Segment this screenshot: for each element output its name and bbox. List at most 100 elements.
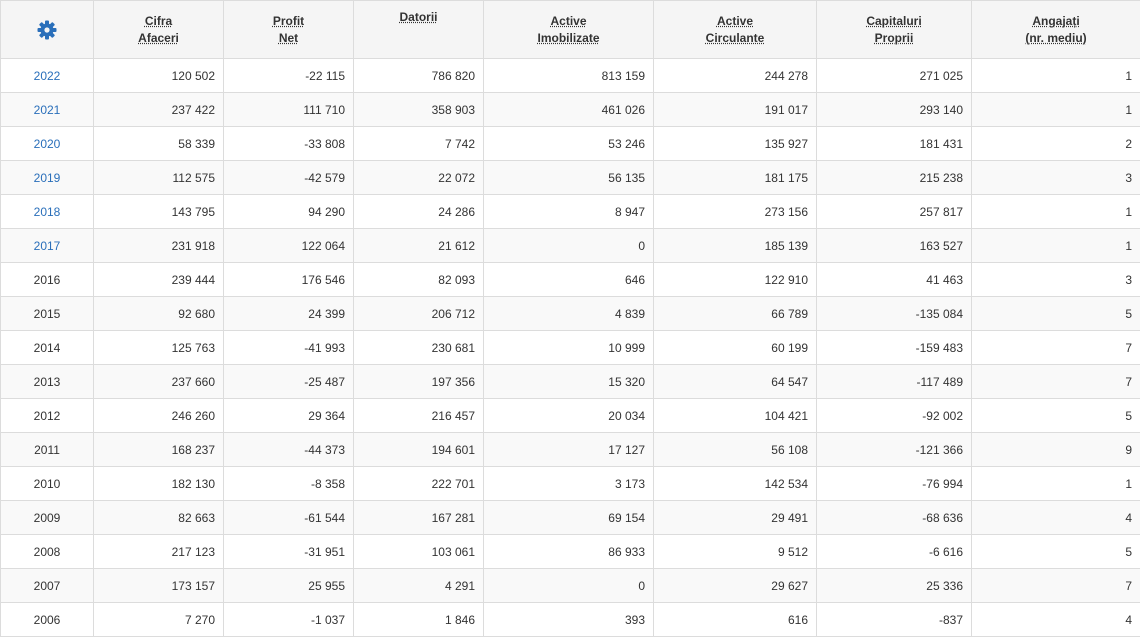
table-row: 201592 68024 399206 7124 83966 789-135 0… bbox=[1, 297, 1140, 331]
active-circulante-cell: 29 627 bbox=[654, 569, 817, 603]
header-active-circulante[interactable]: ActiveCirculante bbox=[654, 1, 817, 59]
header-profit-line1: Profit bbox=[273, 14, 304, 28]
header-profit-net[interactable]: Profit Net bbox=[224, 1, 354, 59]
settings-header-cell[interactable] bbox=[1, 1, 94, 59]
year-link[interactable]: 2021 bbox=[34, 103, 61, 117]
year-cell: 2006 bbox=[1, 603, 94, 637]
profit-net-cell: -44 373 bbox=[224, 433, 354, 467]
header-active-imobilizate[interactable]: ActiveImobilizate bbox=[484, 1, 654, 59]
active-circulante-cell: 122 910 bbox=[654, 263, 817, 297]
year-link[interactable]: 2019 bbox=[34, 171, 61, 185]
active-circulante-cell: 191 017 bbox=[654, 93, 817, 127]
year-link[interactable]: 2020 bbox=[34, 137, 61, 151]
datorii-cell: 7 742 bbox=[354, 127, 484, 161]
angajati-cell: 7 bbox=[972, 365, 1140, 399]
year-label: 2014 bbox=[34, 341, 61, 355]
profit-net-cell: 24 399 bbox=[224, 297, 354, 331]
active-imobilizate-cell: 3 173 bbox=[484, 467, 654, 501]
year-cell: 2016 bbox=[1, 263, 94, 297]
header-datorii[interactable]: Datorii bbox=[354, 1, 484, 59]
cifra-afaceri-cell: 143 795 bbox=[94, 195, 224, 229]
active-imobilizate-cell: 4 839 bbox=[484, 297, 654, 331]
active-imobilizate-cell: 393 bbox=[484, 603, 654, 637]
year-cell[interactable]: 2018 bbox=[1, 195, 94, 229]
active-imobilizate-cell: 0 bbox=[484, 229, 654, 263]
year-cell: 2007 bbox=[1, 569, 94, 603]
profit-net-cell: 176 546 bbox=[224, 263, 354, 297]
year-cell[interactable]: 2022 bbox=[1, 59, 94, 93]
header-cifra-afaceri[interactable]: CifraAfaceri bbox=[94, 1, 224, 59]
year-cell[interactable]: 2021 bbox=[1, 93, 94, 127]
active-imobilizate-cell: 813 159 bbox=[484, 59, 654, 93]
active-imobilizate-cell: 646 bbox=[484, 263, 654, 297]
header-capitaluri-proprii[interactable]: CapitaluriProprii bbox=[817, 1, 972, 59]
angajati-cell: 5 bbox=[972, 297, 1140, 331]
profit-net-cell: -25 487 bbox=[224, 365, 354, 399]
year-link[interactable]: 2018 bbox=[34, 205, 61, 219]
year-cell: 2010 bbox=[1, 467, 94, 501]
header-cifra-line2: Afaceri bbox=[138, 31, 179, 45]
active-circulante-cell: 616 bbox=[654, 603, 817, 637]
year-label: 2015 bbox=[34, 307, 61, 321]
datorii-cell: 22 072 bbox=[354, 161, 484, 195]
table-row: 2007173 15725 9554 291029 62725 3367 bbox=[1, 569, 1140, 603]
year-cell: 2009 bbox=[1, 501, 94, 535]
angajati-cell: 5 bbox=[972, 399, 1140, 433]
year-cell: 2013 bbox=[1, 365, 94, 399]
year-cell[interactable]: 2017 bbox=[1, 229, 94, 263]
year-link[interactable]: 2017 bbox=[34, 239, 61, 253]
datorii-cell: 103 061 bbox=[354, 535, 484, 569]
table-row: 2013237 660-25 487197 35615 32064 547-11… bbox=[1, 365, 1140, 399]
capitaluri-proprii-cell: -6 616 bbox=[817, 535, 972, 569]
angajati-cell: 7 bbox=[972, 569, 1140, 603]
active-imobilizate-cell: 10 999 bbox=[484, 331, 654, 365]
header-profit-line2: Net bbox=[279, 31, 298, 45]
table-row: 2011168 237-44 373194 60117 12756 108-12… bbox=[1, 433, 1140, 467]
active-imobilizate-cell: 461 026 bbox=[484, 93, 654, 127]
cifra-afaceri-cell: 125 763 bbox=[94, 331, 224, 365]
capitaluri-proprii-cell: 41 463 bbox=[817, 263, 972, 297]
year-link[interactable]: 2022 bbox=[34, 69, 61, 83]
table-header: CifraAfaceri Profit Net Datorii ActiveImo… bbox=[1, 1, 1140, 59]
profit-net-cell: -33 808 bbox=[224, 127, 354, 161]
year-cell: 2014 bbox=[1, 331, 94, 365]
year-label: 2008 bbox=[34, 545, 61, 559]
header-angajati[interactable]: Angajați(nr. mediu) bbox=[972, 1, 1140, 59]
financial-table: CifraAfaceri Profit Net Datorii ActiveImo… bbox=[0, 0, 1140, 637]
year-cell: 2015 bbox=[1, 297, 94, 331]
cifra-afaceri-cell: 237 660 bbox=[94, 365, 224, 399]
table-row: 2014125 763-41 993230 68110 99960 199-15… bbox=[1, 331, 1140, 365]
capitaluri-proprii-cell: 257 817 bbox=[817, 195, 972, 229]
cifra-afaceri-cell: 173 157 bbox=[94, 569, 224, 603]
capitaluri-proprii-cell: -159 483 bbox=[817, 331, 972, 365]
active-imobilizate-cell: 86 933 bbox=[484, 535, 654, 569]
year-label: 2011 bbox=[34, 443, 60, 457]
header-cap-line1: Capitaluri bbox=[866, 14, 921, 28]
cifra-afaceri-cell: 58 339 bbox=[94, 127, 224, 161]
active-circulante-cell: 273 156 bbox=[654, 195, 817, 229]
cifra-afaceri-cell: 217 123 bbox=[94, 535, 224, 569]
capitaluri-proprii-cell: -837 bbox=[817, 603, 972, 637]
active-circulante-cell: 181 175 bbox=[654, 161, 817, 195]
datorii-cell: 4 291 bbox=[354, 569, 484, 603]
gear-icon[interactable] bbox=[37, 20, 57, 40]
active-circulante-cell: 135 927 bbox=[654, 127, 817, 161]
year-cell[interactable]: 2019 bbox=[1, 161, 94, 195]
table-row: 2012246 26029 364216 45720 034104 421-92… bbox=[1, 399, 1140, 433]
active-circulante-cell: 142 534 bbox=[654, 467, 817, 501]
profit-net-cell: 25 955 bbox=[224, 569, 354, 603]
angajati-cell: 1 bbox=[972, 229, 1140, 263]
angajati-cell: 1 bbox=[972, 93, 1140, 127]
cifra-afaceri-cell: 231 918 bbox=[94, 229, 224, 263]
cifra-afaceri-cell: 168 237 bbox=[94, 433, 224, 467]
header-ang-line2: (nr. mediu) bbox=[1025, 31, 1086, 45]
profit-net-cell: -31 951 bbox=[224, 535, 354, 569]
year-cell[interactable]: 2020 bbox=[1, 127, 94, 161]
active-imobilizate-cell: 69 154 bbox=[484, 501, 654, 535]
table-row: 2010182 130-8 358222 7013 173142 534-76 … bbox=[1, 467, 1140, 501]
table-row: 2018143 79594 29024 2868 947273 156257 8… bbox=[1, 195, 1140, 229]
active-imobilizate-cell: 20 034 bbox=[484, 399, 654, 433]
header-circ-line1: Active bbox=[717, 14, 753, 28]
cifra-afaceri-cell: 239 444 bbox=[94, 263, 224, 297]
profit-net-cell: 94 290 bbox=[224, 195, 354, 229]
